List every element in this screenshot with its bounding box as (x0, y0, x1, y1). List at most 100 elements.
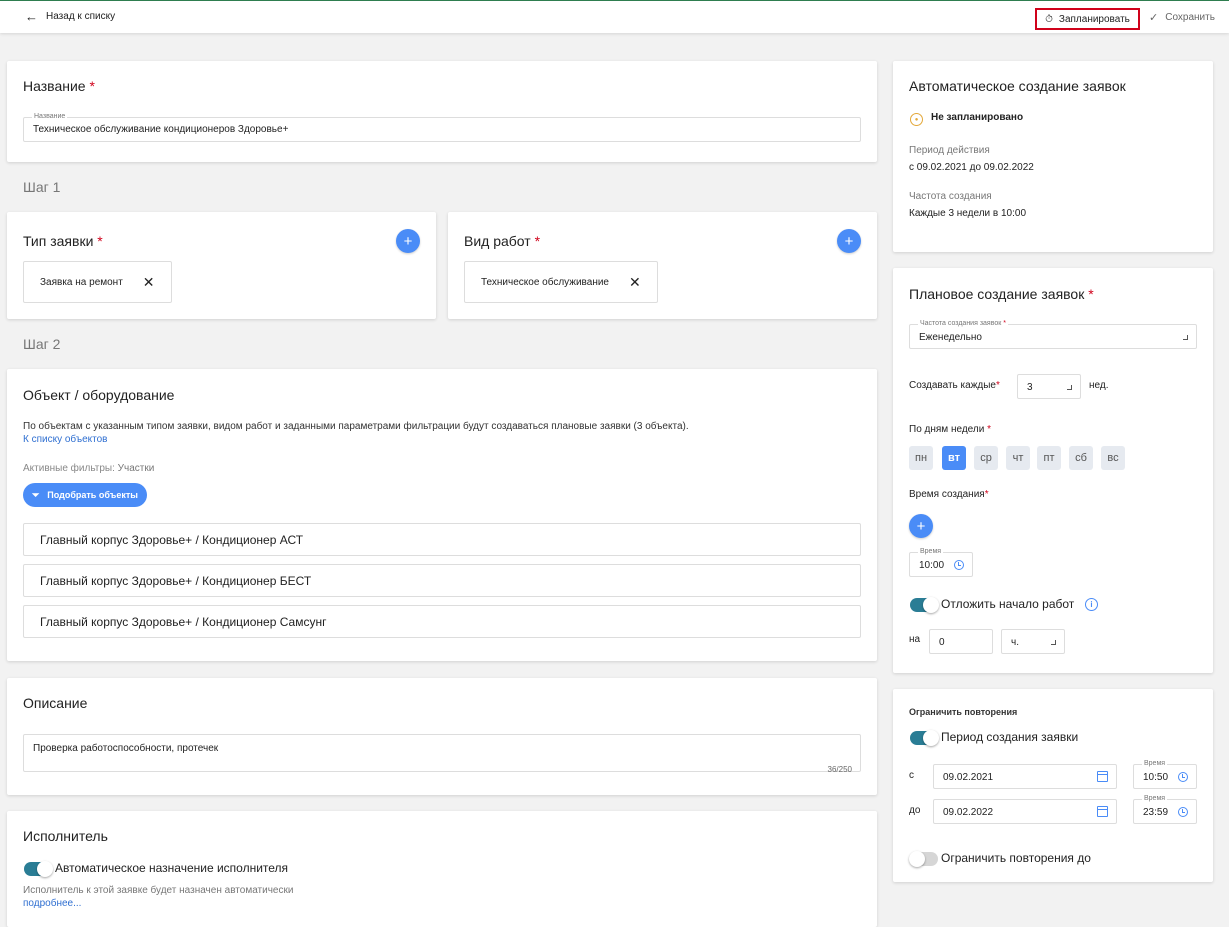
limit-repeats-card: Ограничить повторения Период создания за… (893, 689, 1213, 882)
name-card: Название * Название Техническое обслужив… (7, 61, 877, 162)
work-type-chip: Техническое обслуживание ✕ (464, 261, 658, 303)
weekdays-row: пн вт ср чт пт сб вс (909, 446, 1139, 470)
active-filters-value: Участки (117, 463, 155, 474)
planned-creation-title: Плановое создание заявок * (909, 286, 1094, 302)
to-time-label: Время (1142, 795, 1168, 802)
day-tue[interactable]: вт (942, 446, 966, 470)
creation-time-label: Время создания* (909, 489, 989, 500)
delay-start-toggle[interactable] (910, 597, 939, 613)
to-label: до (909, 805, 921, 816)
list-item[interactable]: Главный корпус Здоровье+ / Кондиционер А… (23, 523, 861, 556)
name-field[interactable]: Название Техническое обслуживание кондиц… (23, 113, 861, 142)
day-mon[interactable]: пн (909, 446, 933, 470)
create-every-input[interactable]: 3 (1017, 374, 1081, 399)
executor-hint: Исполнитель к этой заявке будет назначен… (23, 885, 294, 896)
schedule-button[interactable]: ⏱ Запланировать (1035, 8, 1140, 30)
from-label: с (909, 770, 914, 781)
day-fri[interactable]: пт (1037, 446, 1061, 470)
clock-icon (1178, 771, 1188, 782)
auto-creation-title: Автоматическое создание заявок (909, 78, 1126, 94)
info-icon[interactable]: i (1085, 598, 1098, 611)
frequency-select[interactable]: Частота создания заявок * Еженедельно (909, 320, 1197, 349)
auto-assign-toggle[interactable] (24, 861, 53, 877)
from-date-value: 09.02.2021 (943, 772, 994, 783)
delay-start-label: Отложить начало работ (941, 597, 1075, 611)
delay-value: 0 (939, 637, 945, 648)
day-sun[interactable]: вс (1101, 446, 1125, 470)
dropdown-corner-icon (1067, 385, 1072, 390)
delay-unit-value: ч. (1011, 637, 1019, 648)
planned-creation-card: Плановое создание заявок * Частота созда… (893, 268, 1213, 673)
to-date-value: 09.02.2022 (943, 807, 994, 818)
check-icon: ✓ (1149, 12, 1159, 24)
add-time-button[interactable]: + (909, 514, 933, 538)
executor-title: Исполнитель (23, 828, 108, 844)
day-wed[interactable]: ср (974, 446, 998, 470)
clock-icon (954, 559, 964, 570)
work-type-chip-label: Техническое обслуживание (481, 276, 609, 288)
weekdays-label: По дням недели * (909, 424, 991, 435)
auto-creation-card: Автоматическое создание заявок ● Не запл… (893, 61, 1213, 252)
description-textarea[interactable]: Проверка работоспособности, протечек 36/… (23, 734, 861, 774)
active-filters: Активные фильтры: Участки (23, 463, 154, 474)
char-counter: 36/250 (827, 765, 852, 774)
frequency-value: Каждые 3 недели в 10:00 (909, 208, 1027, 219)
delay-input[interactable]: 0 (929, 629, 993, 654)
schedule-status: Не запланировано (931, 112, 1024, 123)
add-request-type-button[interactable]: + (396, 229, 420, 253)
objects-card: Объект / оборудование По объектам с указ… (7, 369, 877, 661)
list-item[interactable]: Главный корпус Здоровье+ / Кондиционер Б… (23, 564, 861, 597)
save-button[interactable]: ✓ Сохранить (1149, 11, 1215, 24)
more-link[interactable]: подробнее... (23, 898, 81, 909)
dropdown-corner-icon (1183, 335, 1188, 340)
limit-repeats-toggle[interactable] (909, 851, 938, 867)
list-item[interactable]: Главный корпус Здоровье+ / Кондиционер С… (23, 605, 861, 638)
back-label: Назад к списку (46, 11, 116, 22)
work-type-card: Вид работ * + Техническое обслуживание ✕ (448, 212, 877, 319)
day-thu[interactable]: чт (1006, 446, 1030, 470)
period-label: Период действия (909, 145, 990, 156)
objects-title: Объект / оборудование (23, 387, 175, 403)
top-bar: ← Назад к списку ⏱ Запланировать ✓ Сохра… (0, 0, 1229, 33)
create-every-label: Создавать каждые* (909, 380, 1000, 391)
close-icon[interactable]: ✕ (143, 274, 155, 291)
save-label: Сохранить (1165, 12, 1215, 23)
pending-status-icon: ● (910, 113, 923, 126)
description-value: Проверка работоспособности, протечек (33, 743, 219, 754)
step-2-label: Шаг 2 (23, 336, 61, 352)
pick-objects-button[interactable]: ⏷ Подобрать объекты (23, 483, 147, 507)
from-date-field[interactable]: 09.02.2021 (933, 764, 1117, 789)
day-sat[interactable]: сб (1069, 446, 1093, 470)
timer-icon: ⏱ (1045, 13, 1053, 25)
objects-list-link[interactable]: К списку объектов (23, 434, 107, 445)
description-card: Описание Проверка работоспособности, про… (7, 678, 877, 795)
delay-prefix: на (909, 634, 921, 645)
add-work-type-button[interactable]: + (837, 229, 861, 253)
close-icon[interactable]: ✕ (629, 274, 641, 291)
to-time-value: 23:59 (1143, 807, 1169, 818)
creation-period-label: Период создания заявки (941, 730, 1079, 744)
to-date-field[interactable]: 09.02.2022 (933, 799, 1117, 824)
from-time-label: Время (1142, 760, 1168, 767)
back-to-list-link[interactable]: ← Назад к списку (25, 10, 116, 23)
name-title: Название * (23, 78, 95, 94)
calendar-icon[interactable] (1097, 805, 1108, 817)
period-value: с 09.02.2021 до 09.02.2022 (909, 162, 1034, 173)
from-time-field[interactable]: Время 10:50 (1133, 760, 1197, 789)
delay-unit-select[interactable]: ч. (1001, 629, 1065, 654)
pick-objects-label: Подобрать объекты (47, 490, 138, 500)
to-time-field[interactable]: Время 23:59 (1133, 795, 1197, 824)
create-every-value: 3 (1027, 382, 1033, 393)
creation-period-toggle[interactable] (910, 730, 939, 746)
request-type-title: Тип заявки * (23, 233, 103, 249)
name-field-label: Название (32, 113, 68, 120)
frequency-select-value: Еженедельно (919, 332, 982, 343)
frequency-label: Частота создания (909, 191, 992, 202)
calendar-icon[interactable] (1097, 770, 1108, 782)
limit-repeats-label: Ограничить повторения до (941, 851, 1091, 865)
time-field[interactable]: Время 10:00 (909, 548, 973, 577)
request-type-card: Тип заявки * + Заявка на ремонт ✕ (7, 212, 436, 319)
executor-card: Исполнитель Автоматическое назначение ис… (7, 811, 877, 927)
request-type-chip: Заявка на ремонт ✕ (23, 261, 172, 303)
filter-icon: ⏷ (32, 489, 40, 500)
